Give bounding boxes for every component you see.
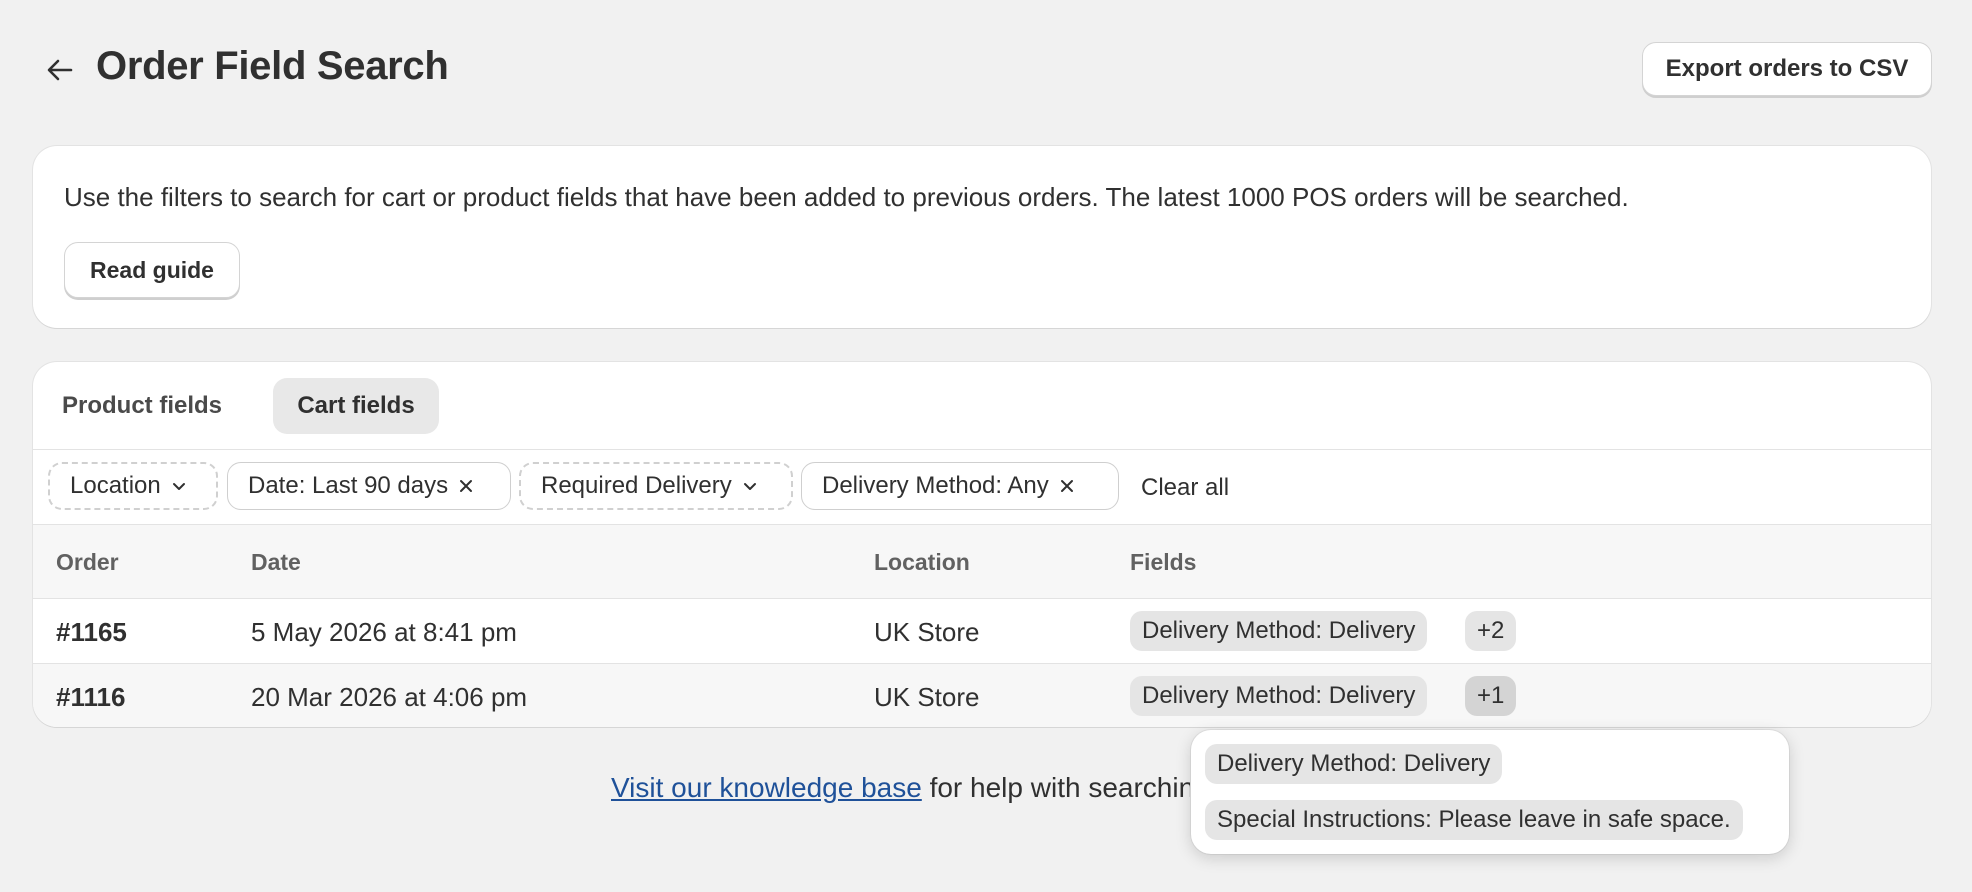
info-card: Use the filters to search for cart or pr… — [33, 146, 1931, 328]
order-date: 20 Mar 2026 at 4:06 pm — [251, 682, 528, 712]
column-header-location[interactable]: Location — [874, 549, 970, 576]
read-guide-button[interactable]: Read guide — [64, 242, 240, 298]
knowledge-base-link[interactable]: Visit our knowledge base — [611, 772, 922, 803]
order-number[interactable]: #1165 — [56, 617, 127, 648]
order-number[interactable]: #1116 — [56, 682, 125, 713]
location-filter[interactable]: Location — [48, 462, 218, 510]
page-title: Order Field Search — [96, 44, 449, 88]
fields-popover: Delivery Method: Delivery Special Instru… — [1191, 730, 1789, 854]
more-fields-badge[interactable]: +2 — [1465, 611, 1517, 651]
chevron-down-icon — [171, 478, 187, 494]
field-tag: Delivery Method: Delivery — [1130, 676, 1428, 716]
help-text: Visit our knowledge base for help with s… — [611, 772, 1210, 804]
chevron-down-icon — [742, 478, 758, 494]
delivery-method-label: Delivery Method: Any — [822, 472, 1049, 499]
date-filter[interactable]: Date: Last 90 days — [227, 462, 511, 510]
tab-bar: Product fields Cart fields — [33, 362, 1931, 450]
info-text: Use the filters to search for cart or pr… — [64, 182, 1629, 212]
column-header-fields: Fields — [1130, 549, 1197, 575]
help-suffix: for help with searching — [921, 772, 1210, 803]
orders-card: Product fields Cart fields Location Date… — [33, 362, 1931, 727]
table-row[interactable]: #1116 20 Mar 2026 at 4:06 pm UK Store De… — [33, 664, 1931, 727]
filter-bar: Location Date: Last 90 days Required Del… — [33, 450, 1931, 525]
close-icon[interactable] — [1059, 478, 1075, 494]
popover-field-tag: Delivery Method: Delivery — [1205, 744, 1503, 784]
date-filter-label: Date: Last 90 days — [248, 472, 449, 499]
more-fields-badge[interactable]: +1 — [1465, 676, 1517, 716]
export-csv-button[interactable]: Export orders to CSV — [1642, 42, 1932, 96]
required-delivery-label: Required Delivery — [541, 472, 732, 499]
close-icon[interactable] — [458, 478, 474, 494]
column-header-date[interactable]: Date — [251, 549, 301, 576]
popover-field-tag: Special Instructions: Please leave in sa… — [1205, 800, 1743, 840]
table-row[interactable]: #1165 5 May 2026 at 8:41 pm UK Store Del… — [33, 599, 1931, 664]
back-button[interactable] — [38, 50, 82, 90]
required-delivery-filter[interactable]: Required Delivery — [519, 462, 793, 510]
tab-product-fields[interactable]: Product fields — [57, 378, 227, 434]
order-location: UK Store — [874, 617, 980, 647]
order-date: 5 May 2026 at 8:41 pm — [251, 617, 517, 647]
clear-all-button[interactable]: Clear all — [1141, 474, 1229, 502]
arrow-left-icon — [47, 59, 73, 81]
location-filter-label: Location — [70, 472, 161, 499]
column-header-order[interactable]: Order — [56, 549, 119, 576]
order-location: UK Store — [874, 682, 980, 712]
tab-cart-fields[interactable]: Cart fields — [273, 378, 439, 434]
field-tag: Delivery Method: Delivery — [1130, 611, 1428, 651]
page-header: Order Field Search Export orders to CSV — [0, 0, 1972, 140]
table-header: Order Date Location Fields — [33, 525, 1931, 599]
delivery-method-filter[interactable]: Delivery Method: Any — [801, 462, 1119, 510]
